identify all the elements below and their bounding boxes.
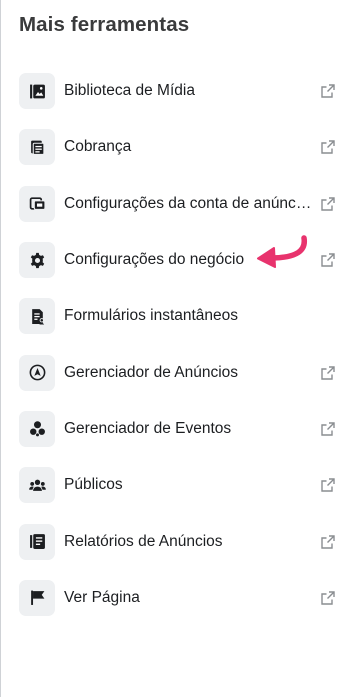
external-link-icon	[320, 365, 336, 381]
menu-item-view-page[interactable]: Ver Página	[0, 570, 338, 626]
external-link-icon	[320, 139, 336, 155]
external-link-icon	[320, 83, 336, 99]
menu-item-ads-reporting[interactable]: Relatórios de Anúncios	[0, 513, 338, 569]
menu-item-label: Ver Página	[64, 588, 140, 606]
external-link-icon	[320, 252, 336, 268]
menu-item-label: Gerenciador de Anúncios	[64, 363, 239, 381]
menu-item-label: Gerenciador de Eventos	[64, 419, 232, 437]
external-link-icon	[320, 590, 336, 606]
instant-form-icon	[19, 298, 55, 335]
media-library-icon	[19, 73, 55, 110]
ads-reporting-icon	[19, 523, 55, 560]
external-link-icon	[320, 421, 336, 437]
external-link-icon	[320, 534, 336, 550]
menu-item-label: Públicos	[64, 476, 123, 494]
external-link-icon	[320, 196, 336, 212]
menu-item-ads-manager[interactable]: Gerenciador de Anúncios	[0, 344, 338, 400]
events-manager-icon	[19, 410, 55, 447]
menu-item-label: Relatórios de Anúncios	[64, 532, 223, 550]
ad-account-settings-icon	[19, 185, 55, 222]
menu-item-billing[interactable]: Cobrança	[0, 119, 338, 175]
panel-title: Mais ferramentas	[19, 13, 190, 36]
menu-item-ad-account-settings[interactable]: Configurações da conta de anúncios	[0, 176, 338, 232]
external-link-icon	[320, 477, 336, 493]
menu-item-label: Biblioteca de Mídia	[64, 82, 195, 100]
flag-icon	[19, 579, 55, 616]
annotation-arrow-icon	[257, 235, 308, 268]
menu-item-media-library[interactable]: Biblioteca de Mídia	[0, 63, 338, 119]
ads-manager-icon	[19, 354, 55, 391]
menu-item-label: Configurações da conta de anúncios	[64, 194, 312, 212]
tools-menu: Biblioteca de Mídia Cobrança Configuraçõ…	[0, 63, 338, 626]
menu-item-instant-forms[interactable]: Formulários instantâneos	[0, 288, 338, 344]
audiences-icon	[19, 467, 55, 504]
menu-item-audiences[interactable]: Públicos	[0, 457, 338, 513]
gear-icon	[19, 242, 55, 279]
menu-item-label: Cobrança	[64, 138, 132, 156]
billing-icon	[19, 129, 55, 166]
menu-item-label: Formulários instantâneos	[64, 307, 239, 325]
menu-item-events-manager[interactable]: Gerenciador de Eventos	[0, 401, 338, 457]
